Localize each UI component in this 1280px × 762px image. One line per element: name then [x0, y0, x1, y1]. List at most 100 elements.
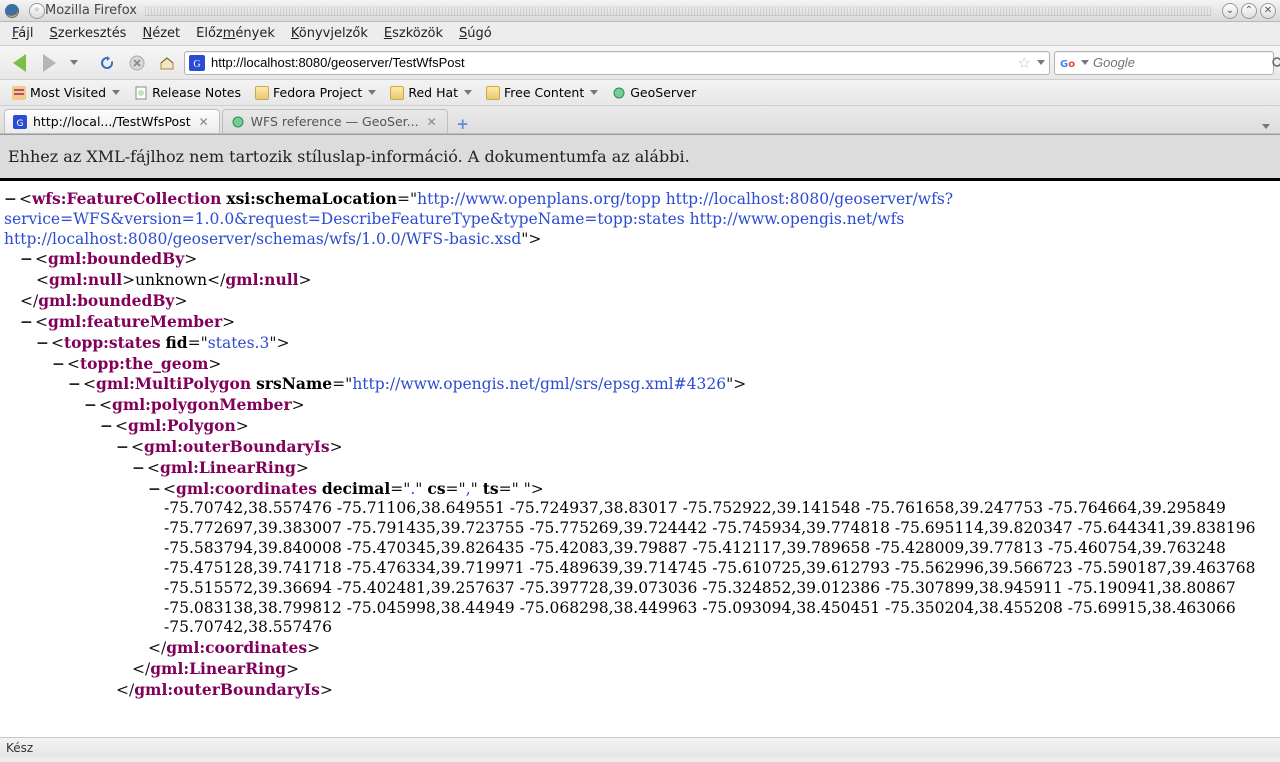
chevron-down-icon	[70, 60, 78, 65]
xml-tag: gml:MultiPolygon	[96, 374, 251, 393]
tab-favicon: G	[13, 115, 27, 129]
chevron-down-icon	[464, 90, 472, 95]
tab-close-icon[interactable]: ✕	[425, 115, 439, 129]
url-bar[interactable]: G ☆	[184, 51, 1050, 75]
bookmark-geoserver[interactable]: GeoServer	[606, 83, 702, 102]
bookmark-label: GeoServer	[630, 85, 696, 100]
collapse-toggle[interactable]: −	[132, 458, 145, 477]
history-dropdown[interactable]	[66, 50, 80, 76]
most-visited-icon	[12, 86, 26, 100]
menu-history[interactable]: Előzmények	[188, 24, 283, 43]
xml-coordinates-text: -75.70742,38.557476 -75.71106,38.649551 …	[148, 499, 1276, 638]
xml-attr-value: states.3	[208, 334, 270, 352]
collapse-toggle[interactable]: −	[20, 312, 33, 331]
url-input[interactable]	[211, 55, 1014, 70]
search-go-icon[interactable]	[1271, 56, 1280, 70]
menu-tools[interactable]: Eszközök	[376, 24, 451, 43]
bookmark-release-notes[interactable]: Release Notes	[128, 83, 247, 102]
stop-button[interactable]	[124, 50, 150, 76]
chevron-down-icon	[1262, 124, 1270, 129]
bookmark-fedora[interactable]: Fedora Project	[249, 83, 382, 102]
collapse-toggle[interactable]: −	[84, 395, 97, 414]
tab-overflow-button[interactable]	[1254, 120, 1276, 133]
window-menu-button[interactable]: ◦	[29, 3, 45, 19]
back-arrow-icon	[13, 54, 26, 72]
forward-button[interactable]	[36, 50, 62, 76]
status-text: Kész	[6, 741, 33, 755]
collapse-toggle[interactable]: −	[116, 437, 129, 456]
bookmark-label: Fedora Project	[273, 85, 362, 100]
svg-text:G: G	[193, 59, 200, 70]
home-button[interactable]	[154, 50, 180, 76]
collapse-toggle[interactable]: −	[68, 374, 81, 393]
chevron-down-icon	[112, 90, 120, 95]
chevron-down-icon	[368, 90, 376, 95]
search-input[interactable]	[1093, 55, 1271, 70]
tab-wfs-reference[interactable]: WFS reference — GeoSer... ✕	[222, 109, 448, 133]
collapse-toggle[interactable]: −	[4, 189, 17, 208]
xml-tag: gml:coordinates	[176, 479, 317, 498]
xml-tag: gml:featureMember	[48, 312, 222, 331]
firefox-icon	[4, 3, 20, 19]
xml-text: unknown	[135, 271, 207, 289]
chevron-down-icon	[590, 90, 598, 95]
bookmark-label: Most Visited	[30, 85, 106, 100]
xml-tag: gml:null	[225, 270, 298, 289]
bookmark-most-visited[interactable]: Most Visited	[6, 83, 126, 102]
menubar: Fájl Szerkesztés Nézet Előzmények Könyvj…	[0, 22, 1280, 46]
tab-label: WFS reference — GeoSer...	[251, 114, 419, 129]
titlebar-drag[interactable]	[145, 6, 1211, 16]
menu-view[interactable]: Nézet	[134, 24, 188, 43]
window-title: Mozilla Firefox	[45, 3, 137, 18]
tab-bar: G http://local.../TestWfsPost ✕ WFS refe…	[0, 106, 1280, 134]
folder-icon	[390, 86, 404, 100]
tab-close-icon[interactable]: ✕	[197, 115, 211, 129]
tab-favicon	[231, 115, 245, 129]
tab-testwfspost[interactable]: G http://local.../TestWfsPost ✕	[4, 109, 220, 133]
content-viewport: Ehhez az XML-fájlhoz nem tartozik stílus…	[0, 134, 1280, 737]
bookmark-free-content[interactable]: Free Content	[480, 83, 604, 102]
xml-tag: gml:Polygon	[128, 416, 236, 435]
site-favicon: G	[189, 55, 205, 71]
xml-tag: gml:boundedBy	[48, 249, 184, 268]
folder-icon	[255, 86, 269, 100]
minimize-button[interactable]: ⌄	[1222, 3, 1238, 19]
bookmark-redhat[interactable]: Red Hat	[384, 83, 478, 102]
xml-tree: −<wfs:FeatureCollection xsi:schemaLocati…	[0, 181, 1280, 725]
menu-edit[interactable]: Szerkesztés	[42, 24, 135, 43]
collapse-toggle[interactable]: −	[20, 249, 33, 268]
forward-arrow-icon	[43, 54, 56, 72]
xml-tag: gml:null	[49, 270, 122, 289]
xml-no-stylesheet-banner: Ehhez az XML-fájlhoz nem tartozik stílus…	[0, 135, 1280, 181]
collapse-toggle[interactable]: −	[148, 479, 161, 498]
menu-bookmarks[interactable]: Könyvjelzők	[283, 24, 376, 43]
content-scroll[interactable]: Ehhez az XML-fájlhoz nem tartozik stílus…	[0, 135, 1280, 737]
xml-tag: wfs:FeatureCollection	[32, 189, 221, 208]
maximize-button[interactable]: ⌃	[1241, 3, 1257, 19]
bookmark-label: Release Notes	[152, 85, 241, 100]
menu-help[interactable]: Súgó	[451, 24, 500, 43]
page-icon	[134, 86, 148, 100]
geoserver-icon	[612, 86, 626, 100]
search-bar[interactable]: Go	[1054, 51, 1274, 75]
bookmark-label: Free Content	[504, 85, 584, 100]
close-button[interactable]: ✕	[1260, 3, 1276, 19]
stop-icon	[128, 54, 146, 72]
svg-text:G: G	[17, 119, 24, 129]
xml-attr-value: http://www.opengis.net/gml/srs/epsg.xml#…	[352, 375, 726, 393]
bookmark-star-icon[interactable]: ☆	[1018, 54, 1031, 72]
home-icon	[158, 54, 176, 72]
xml-tag: topp:states	[64, 333, 161, 352]
back-button[interactable]	[6, 50, 32, 76]
tab-label: http://local.../TestWfsPost	[33, 114, 191, 129]
bookmarks-toolbar: Most Visited Release Notes Fedora Projec…	[0, 80, 1280, 106]
collapse-toggle[interactable]: −	[100, 416, 113, 435]
collapse-toggle[interactable]: −	[36, 333, 49, 352]
collapse-toggle[interactable]: −	[52, 354, 65, 373]
reload-button[interactable]	[94, 50, 120, 76]
nav-toolbar: G ☆ Go	[0, 46, 1280, 80]
url-dropdown-icon[interactable]	[1037, 60, 1045, 65]
menu-file[interactable]: Fájl	[4, 24, 42, 43]
search-engine-dropdown-icon[interactable]	[1081, 60, 1089, 65]
new-tab-button[interactable]: +	[454, 115, 472, 133]
